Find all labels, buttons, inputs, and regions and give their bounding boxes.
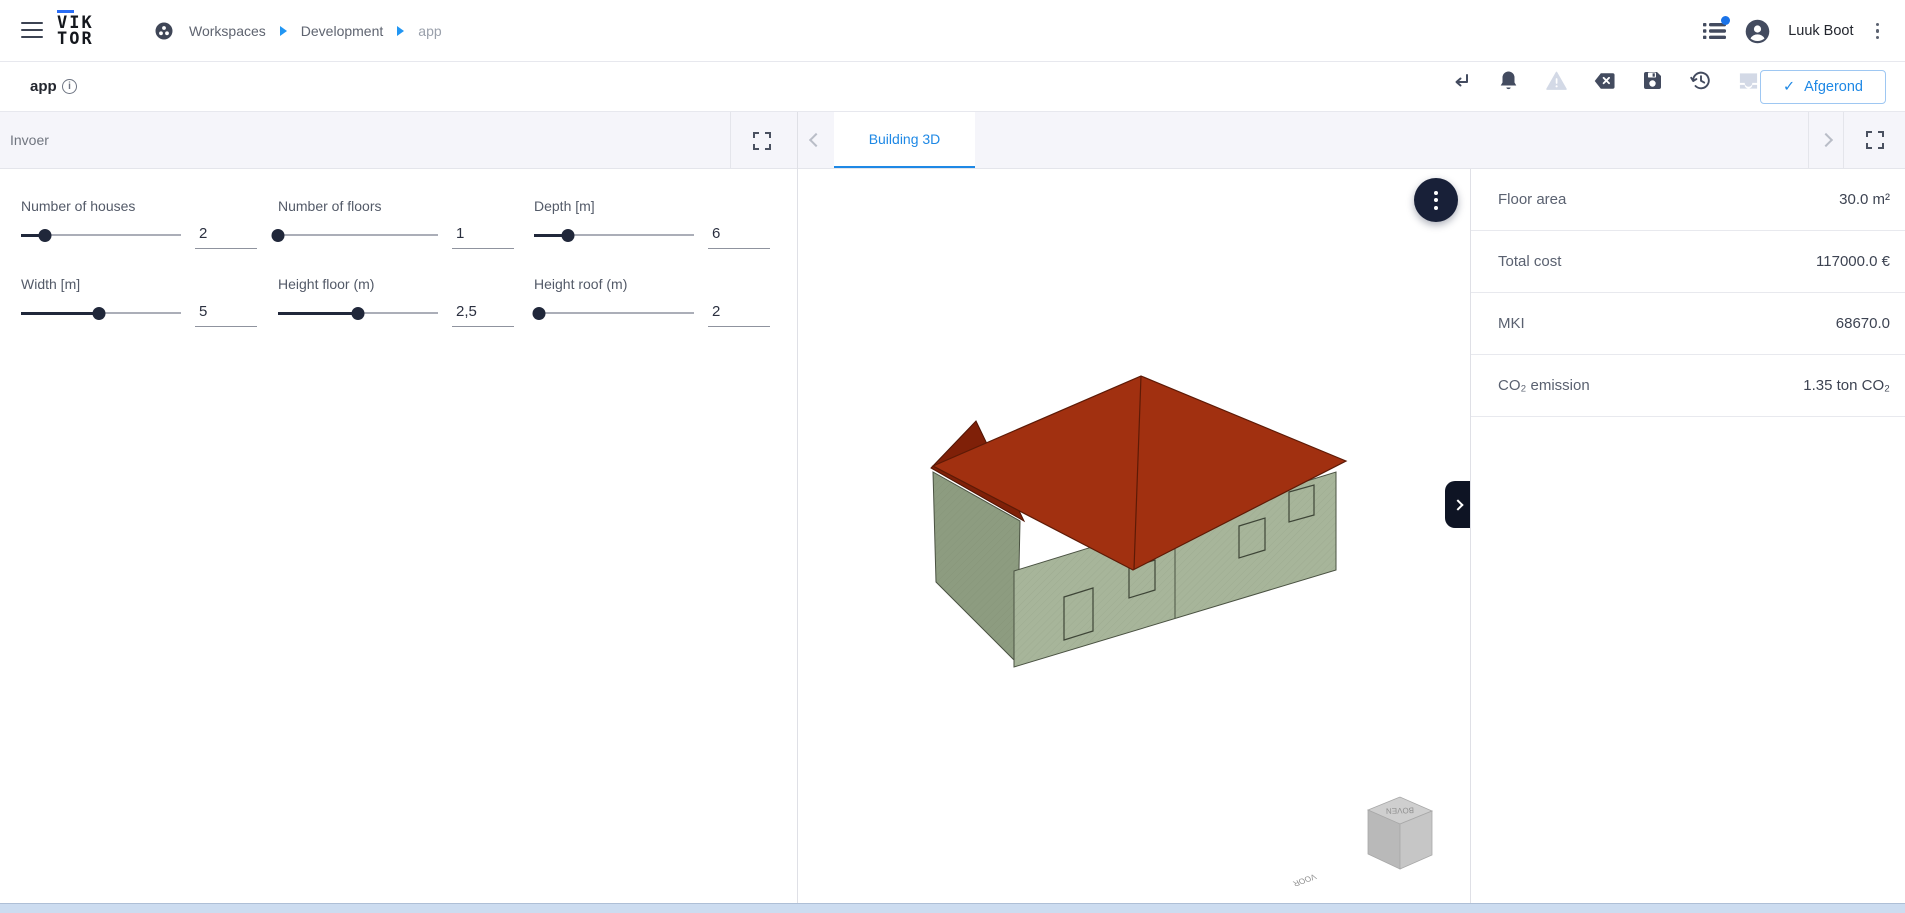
- bell-icon[interactable]: [1498, 70, 1519, 91]
- check-icon: ✓: [1782, 79, 1796, 95]
- result-row: Floor area 30.0 m²: [1471, 169, 1905, 231]
- slider-value-width-m[interactable]: 5: [195, 300, 257, 327]
- app-title: app: [30, 78, 57, 95]
- result-row: Total cost 117000.0 €: [1471, 231, 1905, 293]
- clear-icon[interactable]: [1594, 70, 1615, 91]
- slider-track-number-of-floors[interactable]: [271, 221, 438, 249]
- status-afgerond-button[interactable]: ✓ Afgerond: [1760, 70, 1886, 104]
- slider-handle-number-of-houses[interactable]: [38, 228, 52, 242]
- slider-number-of-houses: Number of houses 2: [21, 198, 257, 249]
- breadcrumb-separator-icon: [279, 26, 287, 36]
- results-panel: Floor area 30.0 m² Total cost 117000.0 € MKI…: [1470, 169, 1905, 903]
- slider-label-height-roof-m: Height roof (m): [534, 276, 628, 292]
- slider-track-number-of-houses[interactable]: [21, 221, 181, 249]
- slider-track-width-m[interactable]: [21, 299, 181, 327]
- breadcrumb-item-workspaces[interactable]: Workspaces: [189, 23, 266, 39]
- input-panel-title: Invoer: [10, 132, 49, 148]
- slider-value-number-of-houses[interactable]: 2: [195, 222, 257, 249]
- slider-track-height-floor-m[interactable]: [278, 299, 438, 327]
- breadcrumb: Workspaces Development app: [155, 0, 442, 62]
- slider-handle-number-of-floors[interactable]: [271, 228, 285, 242]
- hamburger-menu-icon[interactable]: [21, 22, 43, 39]
- slider-value-depth-m[interactable]: 6: [708, 222, 770, 249]
- tab-building-3d[interactable]: Building 3D: [834, 112, 975, 168]
- breadcrumb-item-app: app: [418, 23, 442, 39]
- input-panel: Number of houses 2 Number of floors 1 Depth …: [0, 169, 797, 903]
- slider-label-height-floor-m: Height floor (m): [278, 276, 375, 292]
- slider-value-number-of-floors[interactable]: 1: [452, 222, 514, 249]
- slider-handle-height-roof-m[interactable]: [532, 306, 546, 320]
- result-value: 1.35 ton CO₂: [1803, 377, 1890, 394]
- tab-next-button[interactable]: [1808, 112, 1843, 168]
- slider-handle-depth-m[interactable]: [561, 228, 575, 242]
- input-panel-header: [0, 112, 797, 169]
- slider-handle-width-m[interactable]: [92, 306, 106, 320]
- viktor-logo[interactable]: VIK TOR: [57, 10, 117, 49]
- result-value: 68670.0: [1835, 315, 1890, 332]
- viewcube-front-label: VOOR: [1291, 872, 1318, 888]
- result-value: 117000.0 €: [1816, 253, 1890, 270]
- breadcrumb-item-development[interactable]: Development: [301, 23, 384, 39]
- result-row: CO₂ emission 1.35 ton CO₂: [1471, 355, 1905, 417]
- avatar[interactable]: [1745, 19, 1770, 44]
- user-name: Luuk Boot: [1788, 23, 1854, 39]
- slider-height-roof-m: Height roof (m) 2: [532, 276, 770, 327]
- viewport-menu-button[interactable]: [1414, 178, 1458, 222]
- slider-label-number-of-floors: Number of floors: [278, 198, 382, 214]
- slider-track-height-roof-m[interactable]: [532, 299, 694, 327]
- logo-line2: TOR: [57, 29, 94, 49]
- app-toolbar: [1450, 70, 1759, 91]
- slider-height-floor-m: Height floor (m) 2,5: [278, 276, 514, 327]
- horizontal-scrollbar[interactable]: [0, 903, 1905, 913]
- result-label: CO₂ emission: [1498, 377, 1590, 394]
- slider-track-depth-m[interactable]: [534, 221, 694, 249]
- viewcube-top-label: BOVEN: [1386, 806, 1415, 816]
- info-icon[interactable]: i: [62, 79, 77, 94]
- slider-value-height-roof-m[interactable]: 2: [708, 300, 770, 327]
- slider-number-of-floors: Number of floors 1: [271, 198, 514, 249]
- slider-depth-m: Depth [m] 6: [534, 198, 770, 249]
- notifications-icon[interactable]: [1703, 16, 1731, 41]
- slider-label-number-of-houses: Number of houses: [21, 198, 136, 214]
- result-label: Total cost: [1498, 253, 1562, 270]
- slider-handle-height-floor-m[interactable]: [351, 306, 365, 320]
- tray-icon: [1738, 70, 1759, 91]
- workspaces-icon: [155, 22, 173, 40]
- notification-badge: [1721, 16, 1731, 25]
- result-label: MKI: [1498, 315, 1525, 332]
- slider-label-width-m: Width [m]: [21, 276, 81, 292]
- result-label: Floor area: [1498, 191, 1567, 208]
- topbar-right-controls: Luuk Boot: [1703, 0, 1883, 62]
- tab-label: Building 3D: [868, 131, 941, 147]
- result-row: MKI 68670.0: [1471, 293, 1905, 355]
- slider-width-m: Width [m] 5: [21, 276, 257, 327]
- results-panel-toggle[interactable]: [1445, 481, 1471, 528]
- save-icon[interactable]: [1642, 70, 1663, 91]
- top-bar: VIK TOR Workspaces Development app Luuk Bo…: [0, 0, 1905, 62]
- more-options-icon[interactable]: [1872, 19, 1884, 44]
- expand-view-icon[interactable]: [1843, 112, 1905, 168]
- result-value: 30.0 m²: [1839, 191, 1890, 208]
- expand-input-panel-icon[interactable]: [752, 131, 772, 151]
- return-icon[interactable]: [1450, 70, 1471, 91]
- divider: [730, 112, 731, 169]
- warning-icon: [1546, 70, 1567, 91]
- slider-label-depth-m: Depth [m]: [534, 198, 595, 214]
- viewport-3d[interactable]: BOVEN VOOR: [798, 169, 1471, 903]
- history-icon[interactable]: [1690, 70, 1711, 91]
- view-cube[interactable]: BOVEN VOOR: [1291, 796, 1434, 888]
- breadcrumb-separator-icon: [397, 26, 405, 36]
- tab-prev-button[interactable]: [798, 112, 834, 168]
- building-3d-model[interactable]: BOVEN VOOR: [798, 169, 1470, 903]
- slider-value-height-floor-m[interactable]: 2,5: [452, 300, 514, 327]
